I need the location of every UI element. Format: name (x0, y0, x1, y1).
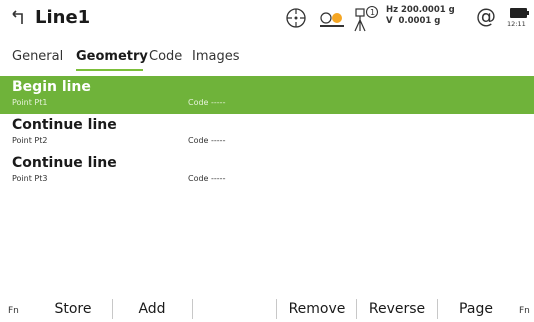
hz-readout: Hz 200.0001 g (386, 5, 455, 15)
target-icon[interactable] (284, 6, 308, 30)
battery-icon: 12:11 (507, 6, 529, 30)
list-item-title: Continue line (12, 155, 117, 171)
active-tab-indicator (76, 69, 143, 71)
page-button[interactable]: Page (441, 301, 511, 317)
tab-geometry[interactable]: Geometry (76, 49, 148, 64)
fn-left-button[interactable]: Fn (8, 306, 19, 316)
list-item[interactable]: Begin line Point Pt1 Code ----- (0, 76, 534, 114)
list-item-point: Point Pt1 (12, 98, 48, 107)
fn-right-button[interactable]: Fn (519, 306, 530, 316)
softkey-divider (112, 299, 113, 319)
at-icon[interactable]: @ (476, 4, 496, 28)
prism-icon[interactable] (318, 10, 346, 28)
tab-bar: General Geometry Code Images (0, 40, 534, 70)
tab-code[interactable]: Code (149, 49, 182, 64)
back-icon[interactable] (10, 9, 26, 27)
tab-general[interactable]: General (12, 49, 63, 64)
list-item-title: Continue line (12, 117, 117, 133)
v-readout: V 0.0001 g (386, 16, 441, 26)
list-item-code: Code ----- (188, 136, 226, 145)
list-item-title: Begin line (12, 79, 91, 95)
softkey-divider (437, 299, 438, 319)
list-item[interactable]: Continue line Point Pt3 Code ----- (0, 152, 534, 190)
list-item-point: Point Pt2 (12, 136, 48, 145)
title-bar: Line1 1 Hz 200.0001 g V 0.0001 g @ 12:11 (0, 0, 534, 38)
list-item-code: Code ----- (188, 174, 226, 183)
angle-readout: Hz 200.0001 g V 0.0001 g (386, 5, 455, 27)
store-button[interactable]: Store (40, 301, 106, 317)
list-item-code: Code ----- (188, 98, 226, 107)
page-title: Line1 (35, 7, 91, 28)
softkey-divider (356, 299, 357, 319)
svg-text:1: 1 (370, 8, 375, 17)
softkey-bar: Fn Store Add Remove Reverse Page Fn (0, 295, 534, 322)
battery-time: 12:11 (507, 20, 526, 28)
tab-images[interactable]: Images (192, 49, 240, 64)
softkey-divider (276, 299, 277, 319)
reverse-button[interactable]: Reverse (360, 301, 434, 317)
instrument-icon[interactable]: 1 (350, 4, 380, 32)
list-item[interactable]: Continue line Point Pt2 Code ----- (0, 114, 534, 152)
softkey-divider (192, 299, 193, 319)
remove-button[interactable]: Remove (280, 301, 354, 317)
geometry-list: Begin line Point Pt1 Code ----- Continue… (0, 76, 534, 190)
add-button[interactable]: Add (116, 301, 188, 317)
list-item-point: Point Pt3 (12, 174, 48, 183)
